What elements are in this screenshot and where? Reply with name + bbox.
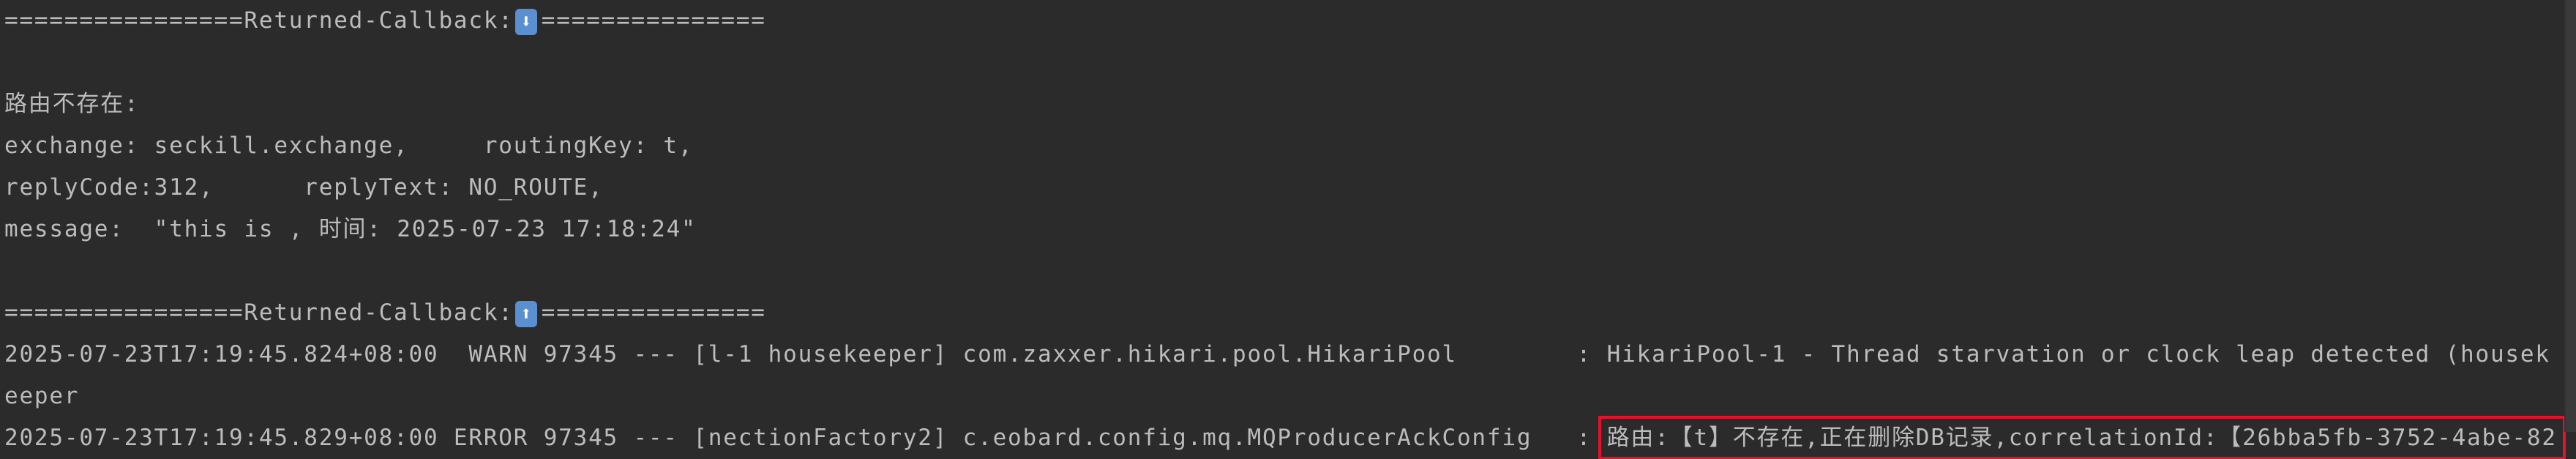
log-line-warn: 2025-07-23T17:19:45.824+08:00 WARN 97345… [4, 341, 2550, 409]
separator-text: =============== [541, 299, 766, 326]
reply-line: replyCode:312, replyText: NO_ROUTE, [4, 174, 604, 201]
vertical-scrollbar[interactable] [2566, 0, 2576, 432]
message-line: message: "this is , 时间: 2025-07-23 17:18… [4, 216, 697, 242]
separator-text: =============== [541, 7, 766, 34]
exchange-line: exchange: seckill.exchange, routingKey: … [4, 133, 694, 159]
down-arrow-icon: ⬇ [514, 8, 537, 35]
console-output: ================Returned-Callback: ⬇ =====… [4, 0, 2566, 459]
callback-header-down: ================Returned-Callback: ⬇ =====… [4, 0, 2558, 42]
log-line-error: 2025-07-23T17:19:45.829+08:00 ERROR 9734… [4, 416, 2566, 459]
highlighted-log-message: 路由:【t】不存在,正在删除DB记录,correlationId:【26bba5… [1598, 416, 2566, 459]
separator-text: ================Returned-Callback: [4, 7, 514, 34]
up-arrow-icon: ⬆ [514, 300, 537, 327]
separator-text: ================Returned-Callback: [4, 299, 514, 326]
callback-header-up: ================Returned-Callback: ⬆ =====… [4, 292, 2558, 334]
route-missing-label: 路由不存在: [4, 91, 140, 117]
log-prefix: 2025-07-23T17:19:45.829+08:00 ERROR 9734… [4, 425, 1607, 451]
